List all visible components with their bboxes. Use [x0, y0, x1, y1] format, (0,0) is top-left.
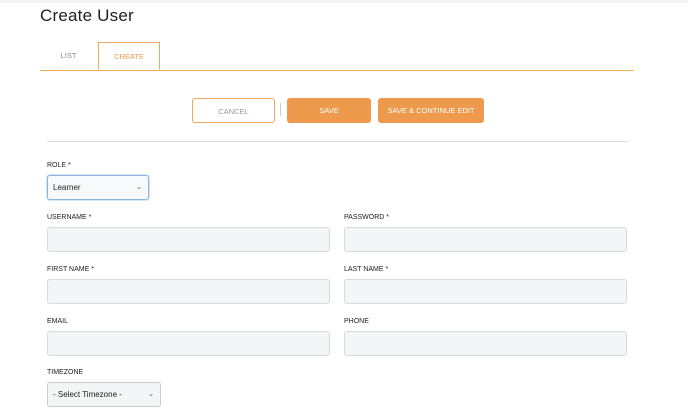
tab-bar: LIST CREATE [40, 42, 634, 71]
email-label: EMAIL [47, 318, 69, 325]
timezone-label: TIMEZONE [47, 369, 84, 376]
last-name-label: LAST NAME * [344, 266, 389, 273]
role-select[interactable]: Learner ⌄ [47, 175, 149, 200]
username-label: USERNAME * [47, 214, 92, 221]
password-label: PASSWORD * [344, 214, 389, 221]
email-field[interactable] [47, 331, 330, 356]
page-title: Create User [40, 6, 134, 25]
timezone-select-value: - Select Timezone - [53, 390, 122, 399]
top-strip [0, 0, 688, 3]
phone-field[interactable] [344, 331, 627, 356]
role-label: ROLE * [47, 162, 71, 169]
save-button[interactable]: SAVE [287, 98, 371, 123]
button-separator [280, 103, 281, 116]
first-name-label: FIRST NAME * [47, 266, 94, 273]
timezone-select[interactable]: - Select Timezone - ⌄ [47, 382, 161, 407]
role-select-value: Learner [53, 183, 81, 192]
password-field[interactable] [344, 227, 627, 252]
phone-label: PHONE [344, 318, 369, 325]
last-name-field[interactable] [344, 279, 627, 304]
username-field[interactable] [47, 227, 330, 252]
save-continue-button[interactable]: SAVE & CONTINUE EDIT [378, 98, 484, 123]
chevron-down-icon: ⌄ [136, 184, 142, 191]
cancel-button[interactable]: CANCEL [192, 98, 275, 123]
section-divider [47, 141, 628, 142]
tab-list[interactable]: LIST [40, 42, 97, 70]
first-name-field[interactable] [47, 279, 330, 304]
chevron-down-icon: ⌄ [148, 391, 154, 398]
tab-create[interactable]: CREATE [98, 42, 160, 70]
